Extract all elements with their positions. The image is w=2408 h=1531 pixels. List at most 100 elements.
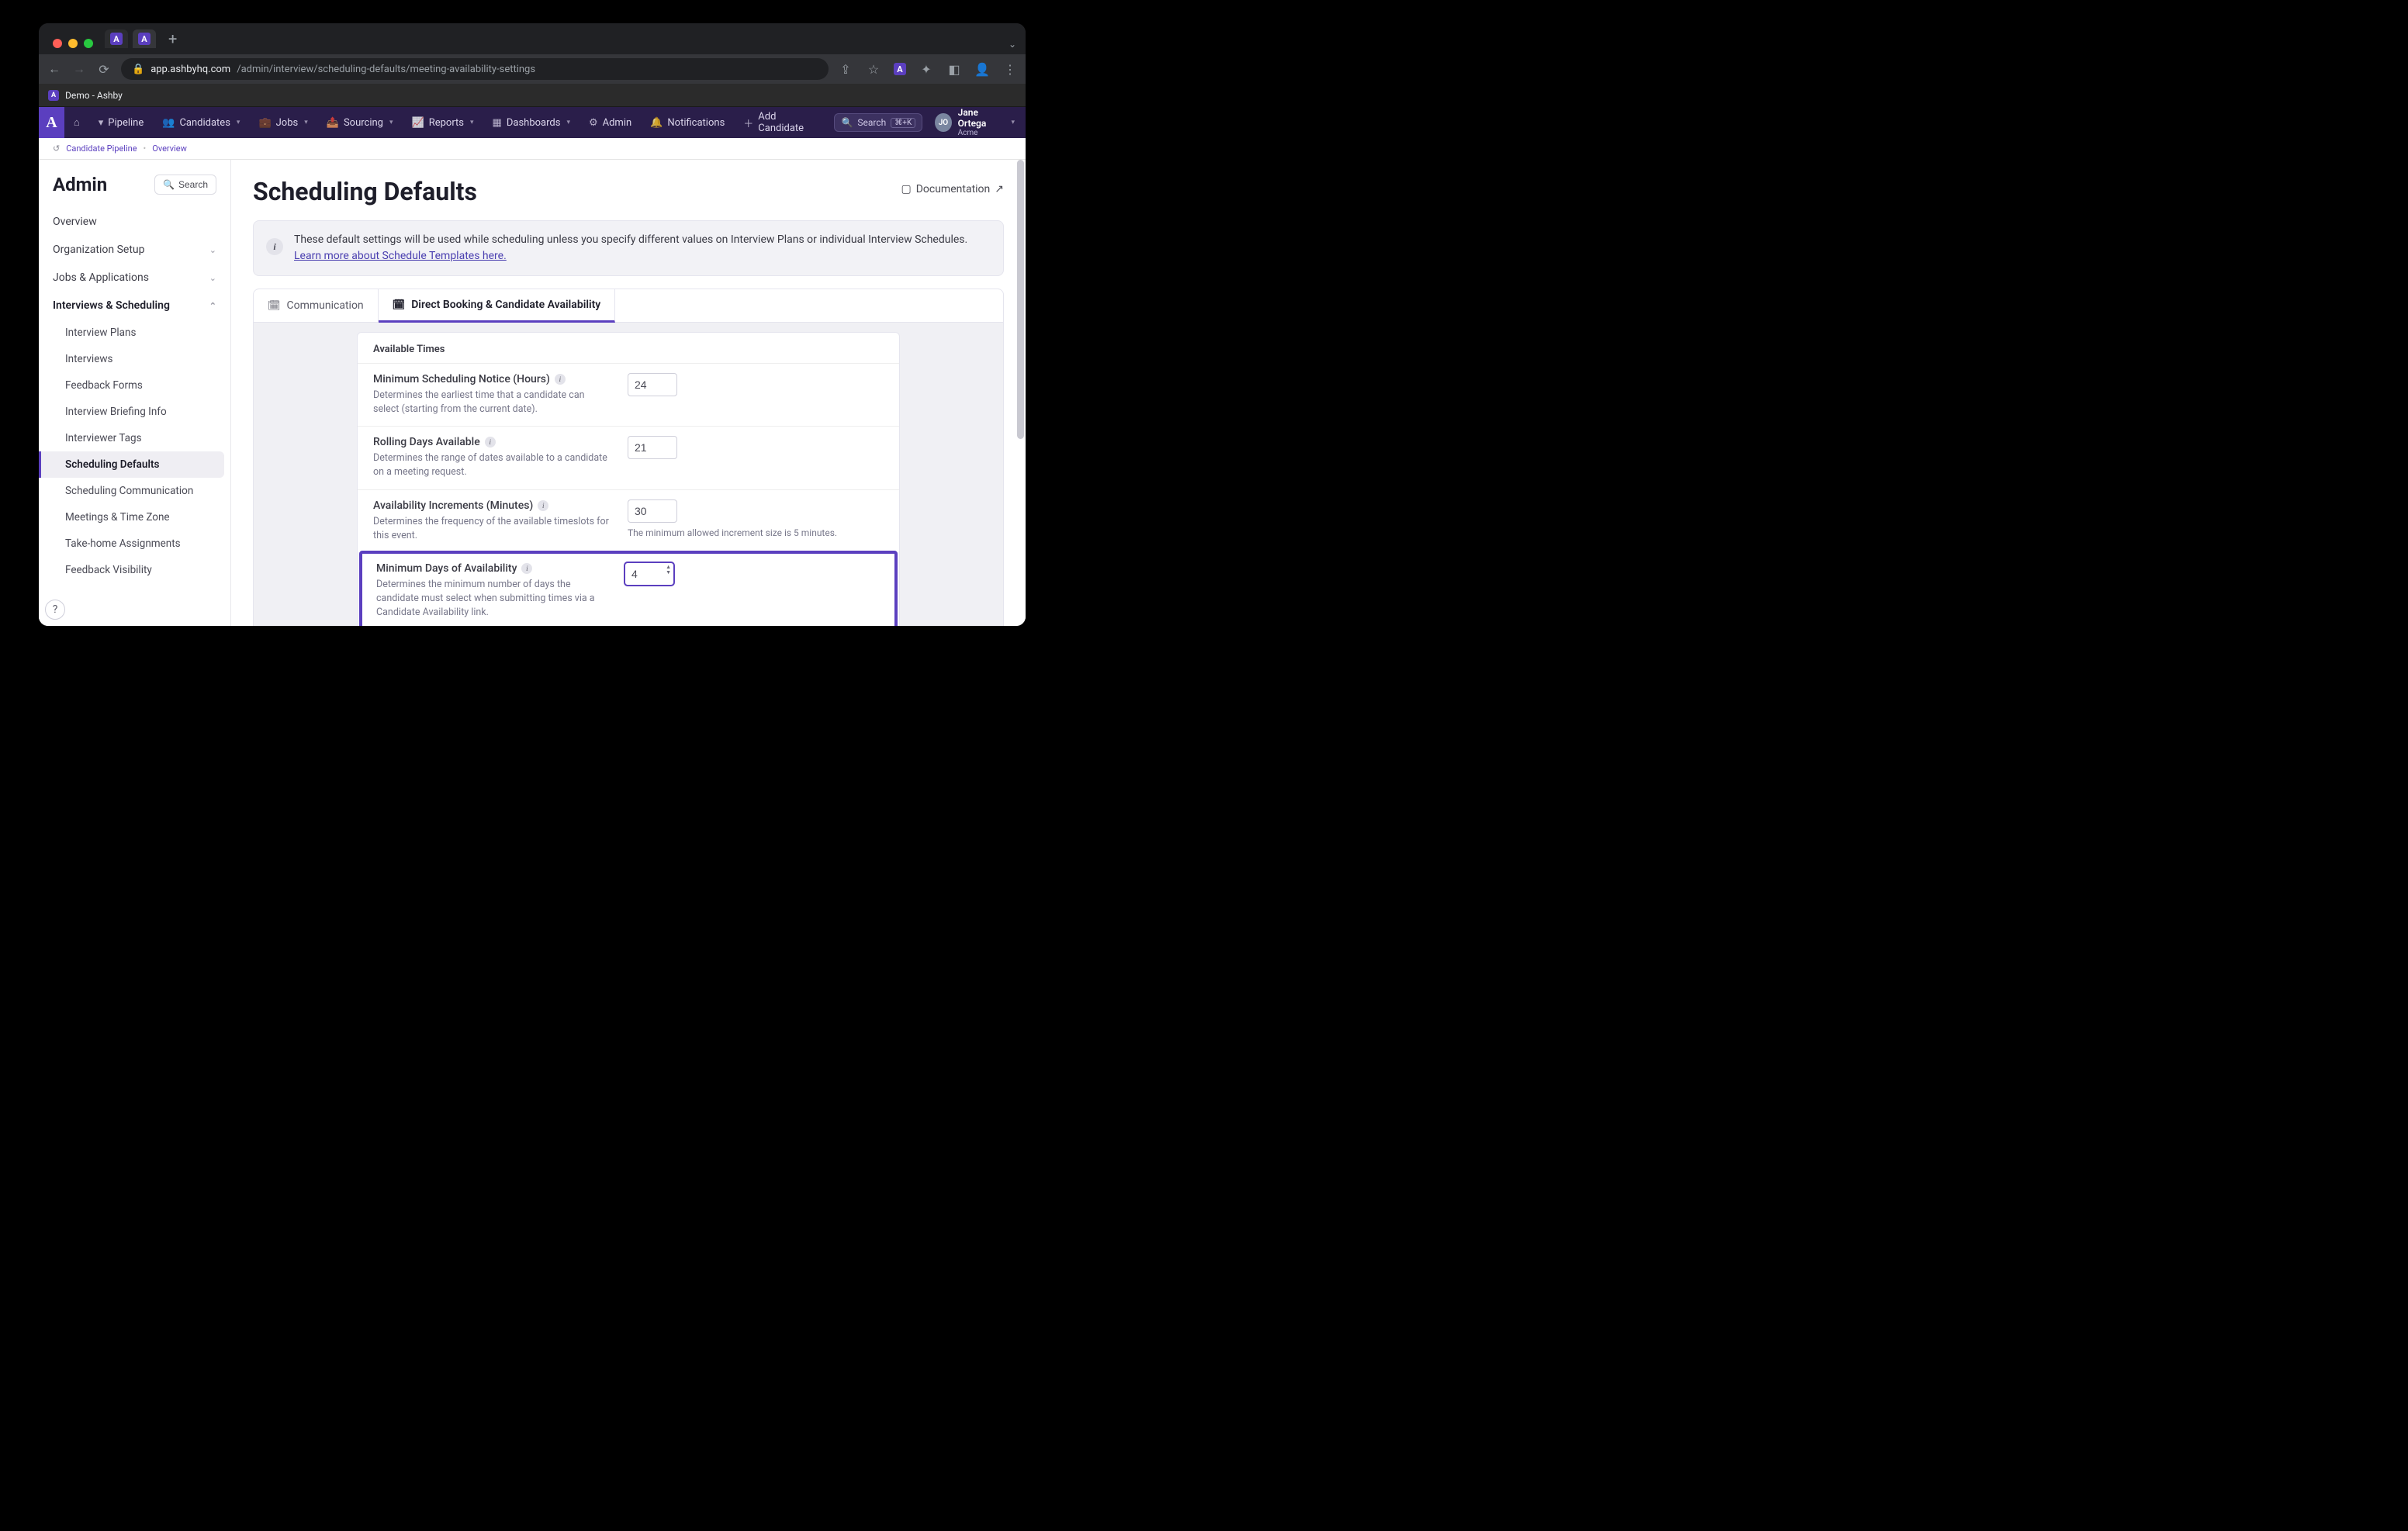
sidebar-item-organization-setup[interactable]: Organization Setup ⌄ bbox=[39, 236, 230, 264]
nav-label: Notifications bbox=[667, 117, 725, 129]
briefcase-icon: 💼 bbox=[258, 117, 271, 129]
chrome-menu-icon[interactable]: ⋮ bbox=[1002, 62, 1018, 77]
sidebar-sub-take-home[interactable]: Take-home Assignments bbox=[39, 530, 230, 557]
extension-ashby-icon[interactable]: A bbox=[894, 63, 906, 75]
field-hint: The minimum allowed increment size is 5 … bbox=[628, 527, 837, 538]
close-window-button[interactable] bbox=[53, 39, 62, 48]
sidebar-item-overview[interactable]: Overview bbox=[39, 208, 230, 236]
tab-direct-booking[interactable]: 🗓 Direct Booking & Candidate Availabilit… bbox=[379, 289, 616, 323]
extensions-icon[interactable]: ✦ bbox=[919, 62, 934, 77]
profile-icon[interactable]: 👤 bbox=[974, 62, 990, 77]
share-icon[interactable]: ⇪ bbox=[838, 62, 853, 77]
search-icon: 🔍 bbox=[841, 117, 853, 128]
nav-candidates[interactable]: 👥Candidates▾ bbox=[153, 107, 249, 138]
nav-admin[interactable]: ⚙Admin bbox=[580, 107, 641, 138]
field-rolling-days: Rolling Days Availablei Determines the r… bbox=[358, 426, 899, 489]
min-notice-input[interactable] bbox=[628, 373, 677, 396]
back-button[interactable]: ← bbox=[47, 61, 62, 77]
sidebar-sub-feedback-forms[interactable]: Feedback Forms bbox=[39, 372, 230, 399]
sidebar-search-label: Search bbox=[178, 179, 208, 190]
add-candidate-button[interactable]: ＋Add Candidate bbox=[734, 107, 826, 138]
notifications-button[interactable]: 🔔 Notifications bbox=[641, 107, 734, 138]
window-controls bbox=[53, 39, 93, 48]
nav-reports[interactable]: 📈Reports▾ bbox=[403, 107, 483, 138]
info-icon[interactable]: i bbox=[521, 563, 532, 574]
sidebar-sub-interviews[interactable]: Interviews bbox=[39, 346, 230, 372]
rolling-days-input[interactable] bbox=[628, 436, 677, 459]
sidebar-item-jobs-applications[interactable]: Jobs & Applications⌄ bbox=[39, 264, 230, 292]
chevron-down-icon: ▾ bbox=[566, 119, 570, 126]
chevron-down-icon: ▾ bbox=[470, 119, 474, 126]
sidebar-item-label: Meetings & Time Zone bbox=[65, 511, 170, 524]
chevron-down-icon: ⌄ bbox=[209, 245, 216, 255]
content-panel: Available Times Minimum Scheduling Notic… bbox=[253, 323, 1004, 626]
browser-tab[interactable]: A bbox=[105, 29, 128, 48]
sidebar-sub-interviewer-tags[interactable]: Interviewer Tags bbox=[39, 425, 230, 451]
sidebar-item-label: Organization Setup bbox=[53, 244, 145, 256]
nav-sourcing[interactable]: 📤Sourcing▾ bbox=[317, 107, 403, 138]
breadcrumb-separator: • bbox=[144, 143, 147, 154]
sourcing-icon: 📤 bbox=[327, 117, 339, 129]
info-icon[interactable]: i bbox=[485, 437, 496, 448]
minimize-window-button[interactable] bbox=[68, 39, 78, 48]
gear-icon: ⚙ bbox=[589, 117, 598, 129]
breadcrumb-link[interactable]: Candidate Pipeline bbox=[66, 143, 137, 154]
sidebar-sub-scheduling-communication[interactable]: Scheduling Communication bbox=[39, 478, 230, 504]
user-menu[interactable]: JO Jane Ortega Acme ▾ bbox=[930, 108, 1026, 137]
help-button[interactable]: ? bbox=[45, 600, 65, 620]
nav-label: Candidates bbox=[179, 117, 230, 129]
sidebar-item-interviews-scheduling[interactable]: Interviews & Scheduling⌃ bbox=[39, 292, 230, 320]
info-icon[interactable]: i bbox=[555, 374, 566, 385]
forward-button[interactable]: → bbox=[71, 61, 87, 77]
sidebar-item-label: Scheduling Communication bbox=[65, 485, 193, 497]
info-icon[interactable]: i bbox=[538, 500, 548, 511]
new-tab-button[interactable]: + bbox=[161, 29, 185, 48]
sidebar-item-label: Interviews bbox=[65, 353, 113, 365]
sidebar-sub-interview-plans[interactable]: Interview Plans bbox=[39, 320, 230, 346]
field-description: Determines the frequency of the availabl… bbox=[373, 515, 609, 543]
sidebar-sub-feedback-visibility[interactable]: Feedback Visibility bbox=[39, 557, 230, 583]
side-panel-icon[interactable]: ◧ bbox=[946, 62, 962, 77]
home-icon: ⌂ bbox=[74, 116, 80, 129]
calendar-icon: 🗓 bbox=[393, 299, 406, 311]
sidebar-sub-interview-briefing[interactable]: Interview Briefing Info bbox=[39, 399, 230, 425]
browser-tab-strip: A A + bbox=[39, 23, 1026, 54]
bookmark-item[interactable]: Demo - Ashby bbox=[65, 90, 123, 101]
sidebar-sub-scheduling-defaults[interactable]: Scheduling Defaults bbox=[39, 451, 224, 478]
app-header: A ⌂ ▾Pipeline 👥Candidates▾ 💼Jobs▾ 📤Sourc… bbox=[39, 107, 1026, 138]
external-link-icon: ↗ bbox=[995, 183, 1004, 195]
sidebar-item-label: Interview Briefing Info bbox=[65, 406, 167, 418]
browser-tab-active[interactable]: A bbox=[133, 29, 156, 48]
number-stepper[interactable]: ▲▼ bbox=[666, 565, 671, 575]
bell-icon: 🔔 bbox=[650, 117, 663, 129]
info-icon: i bbox=[266, 238, 283, 255]
nav-dashboards[interactable]: ▦Dashboards▾ bbox=[483, 107, 580, 138]
address-bar[interactable]: 🔒 app.ashbyhq.com/admin/interview/schedu… bbox=[121, 58, 829, 80]
sidebar-search-button[interactable]: 🔍 Search bbox=[154, 175, 216, 195]
increments-input[interactable] bbox=[628, 499, 677, 523]
chrome-tabs-menu-button[interactable]: ⌄ bbox=[1009, 39, 1016, 50]
toolbar-right-icons: ⇪ ☆ A ✦ ◧ 👤 ⋮ bbox=[838, 62, 1018, 77]
nav-home[interactable]: ⌂ bbox=[64, 107, 89, 138]
nav-jobs[interactable]: 💼Jobs▾ bbox=[249, 107, 317, 138]
nav-pipeline[interactable]: ▾Pipeline bbox=[89, 107, 153, 138]
bookmark-star-icon[interactable]: ☆ bbox=[866, 62, 881, 77]
sidebar-item-label: Take-home Assignments bbox=[65, 537, 181, 550]
field-label: Minimum Days of Availability bbox=[376, 562, 517, 575]
breadcrumb-link[interactable]: Overview bbox=[152, 143, 187, 154]
field-description: Determines the minimum number of days th… bbox=[376, 578, 606, 620]
global-search[interactable]: 🔍 Search ⌘+K bbox=[834, 113, 922, 132]
tab-communication[interactable]: 🗓 Communication bbox=[254, 289, 379, 322]
sidebar-title: Admin bbox=[53, 174, 107, 195]
bookmark-favicon: A bbox=[48, 90, 59, 101]
avatar: JO bbox=[935, 113, 951, 132]
documentation-link[interactable]: ▢ Documentation ↗ bbox=[901, 183, 1004, 195]
app-logo[interactable]: A bbox=[39, 107, 64, 138]
field-label: Rolling Days Available bbox=[373, 436, 480, 448]
chevron-down-icon: ▾ bbox=[304, 119, 308, 126]
sidebar-sub-meetings-timezone[interactable]: Meetings & Time Zone bbox=[39, 504, 230, 530]
reload-button[interactable]: ⟳ bbox=[96, 62, 112, 77]
banner-link[interactable]: Learn more about Schedule Templates here… bbox=[294, 250, 507, 262]
fullscreen-window-button[interactable] bbox=[84, 39, 93, 48]
scrollbar[interactable] bbox=[1017, 160, 1024, 439]
